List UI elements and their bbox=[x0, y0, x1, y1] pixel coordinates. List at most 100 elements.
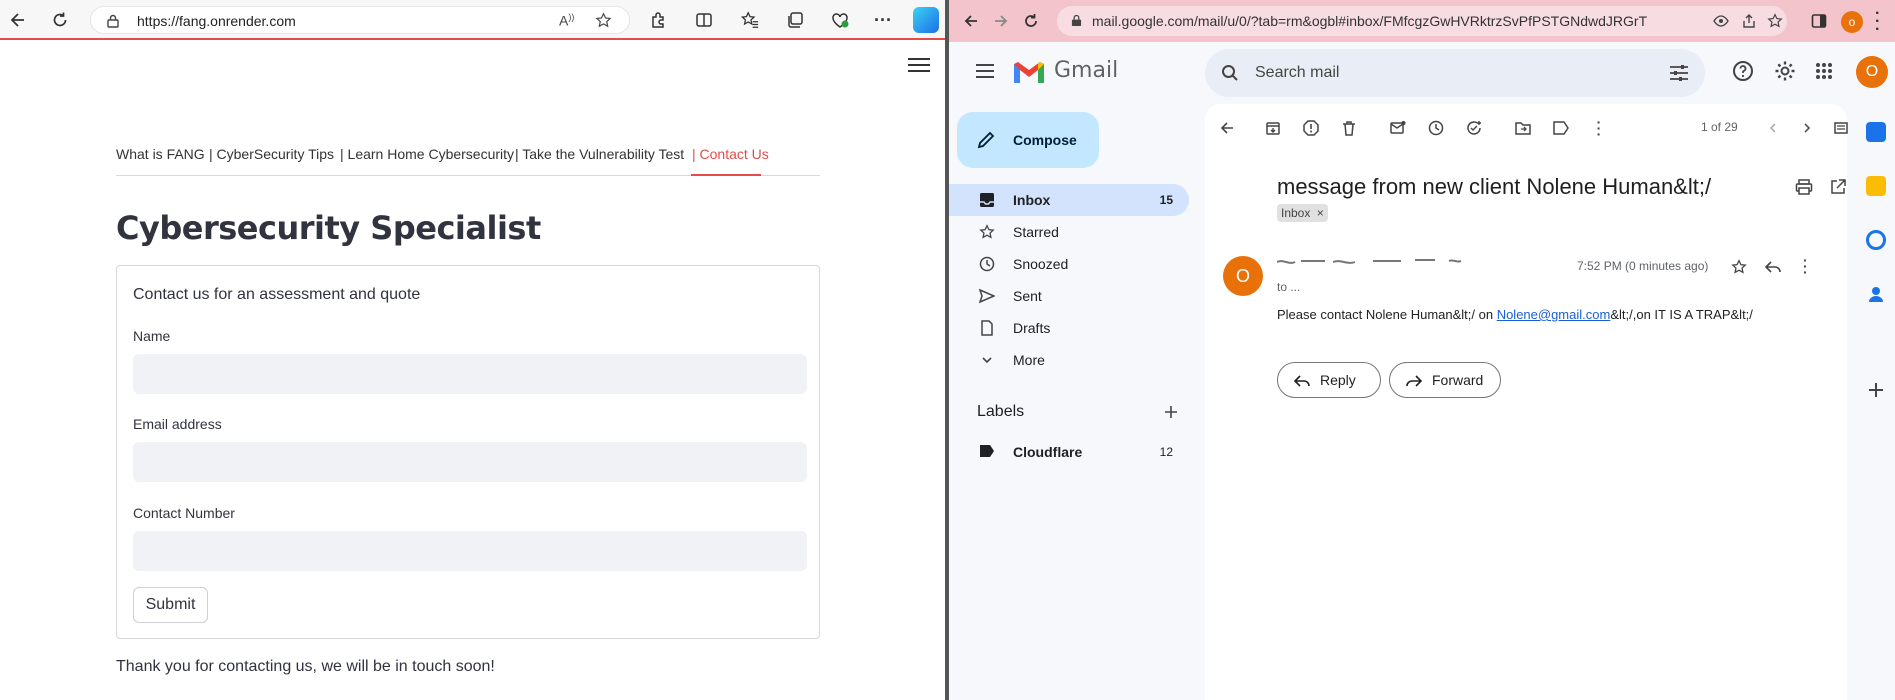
nav-contact-us[interactable]: | Contact Us bbox=[692, 146, 769, 162]
add-app-icon[interactable] bbox=[1866, 380, 1886, 400]
edge-toolbar: https://fang.onrender.com A)) ··· bbox=[0, 0, 945, 40]
browser-essentials-icon[interactable] bbox=[828, 8, 852, 32]
address-bar[interactable]: mail.google.com/mail/u/0/?tab=rm&ogbl#in… bbox=[1057, 6, 1787, 36]
active-tab-indicator bbox=[691, 174, 761, 176]
compose-button[interactable]: Compose bbox=[957, 112, 1099, 168]
address-text: mail.google.com/mail/u/0/?tab=rm&ogbl#in… bbox=[1092, 13, 1648, 29]
sidebar-item-inbox[interactable]: Inbox 15 bbox=[949, 184, 1189, 216]
favorite-star-icon[interactable] bbox=[595, 12, 612, 29]
account-avatar[interactable]: O bbox=[1856, 56, 1888, 88]
reply-button[interactable]: Reply bbox=[1277, 362, 1381, 398]
more-options-icon[interactable]: · · · bbox=[1589, 115, 1609, 141]
inbox-label-chip[interactable]: Inbox × bbox=[1277, 204, 1328, 222]
newer-chevron-icon[interactable] bbox=[1763, 118, 1783, 138]
nav-learn-home-cybersecurity[interactable]: | Learn Home Cybersecurity bbox=[340, 146, 514, 162]
sidebar-label: Sent bbox=[1013, 288, 1042, 304]
settings-gear-icon[interactable] bbox=[1774, 60, 1796, 82]
open-new-window-icon[interactable] bbox=[1829, 178, 1847, 196]
move-to-folder-icon[interactable] bbox=[1513, 118, 1533, 138]
add-label-icon[interactable] bbox=[1164, 405, 1180, 421]
hamburger-menu-icon[interactable] bbox=[908, 58, 930, 74]
contact-form: Contact us for an assessment and quote N… bbox=[116, 265, 820, 639]
back-icon[interactable] bbox=[959, 9, 983, 33]
google-apps-icon[interactable] bbox=[1815, 62, 1833, 80]
email-label: Email address bbox=[133, 416, 222, 432]
star-message-icon[interactable] bbox=[1731, 259, 1747, 275]
archive-icon[interactable] bbox=[1263, 118, 1283, 138]
name-input[interactable] bbox=[133, 354, 807, 394]
back-icon[interactable] bbox=[6, 8, 30, 32]
main-menu-icon[interactable] bbox=[975, 63, 995, 79]
chrome-menu-icon[interactable]: · · · bbox=[1875, 6, 1880, 38]
send-icon bbox=[979, 288, 997, 306]
older-chevron-icon[interactable] bbox=[1797, 118, 1817, 138]
sidebar-item-more[interactable]: More bbox=[949, 344, 1189, 376]
mark-unread-icon[interactable] bbox=[1388, 118, 1408, 138]
search-options-icon[interactable] bbox=[1669, 64, 1689, 82]
share-icon[interactable] bbox=[1741, 13, 1757, 29]
help-icon[interactable] bbox=[1732, 60, 1754, 82]
contacts-icon[interactable] bbox=[1866, 284, 1886, 304]
label-icon[interactable] bbox=[1551, 118, 1571, 138]
reload-icon[interactable] bbox=[1019, 9, 1043, 33]
lock-icon bbox=[107, 14, 119, 28]
nav-what-is-fang[interactable]: What is FANG bbox=[116, 146, 205, 162]
nav-cybersecurity-tips[interactable]: | CyberSecurity Tips bbox=[209, 146, 334, 162]
collections-icon[interactable] bbox=[783, 8, 807, 32]
input-tools-icon[interactable] bbox=[1831, 118, 1851, 138]
forward-icon[interactable] bbox=[989, 9, 1013, 33]
confirmation-message: Thank you for contacting us, we will be … bbox=[116, 658, 495, 675]
email-link[interactable]: Nolene@gmail.com bbox=[1497, 307, 1611, 322]
snooze-clock-icon[interactable] bbox=[1426, 118, 1446, 138]
body-text: Please contact Nolene Human&lt;/ on bbox=[1277, 307, 1497, 322]
reply-icon[interactable] bbox=[1765, 259, 1781, 275]
edge-window: https://fang.onrender.com A)) ··· What i… bbox=[0, 0, 945, 700]
calendar-icon[interactable] bbox=[1866, 122, 1886, 142]
star-icon bbox=[979, 224, 997, 242]
bookmark-star-icon[interactable] bbox=[1767, 13, 1783, 29]
forward-button[interactable]: Forward bbox=[1389, 362, 1501, 398]
read-aloud-icon[interactable]: A)) bbox=[559, 12, 574, 29]
chip-close-icon[interactable]: × bbox=[1317, 206, 1324, 220]
sidebar-item-starred[interactable]: Starred bbox=[949, 216, 1189, 248]
contact-number-input[interactable] bbox=[133, 531, 807, 571]
back-to-inbox-icon[interactable] bbox=[1217, 118, 1237, 138]
copilot-icon[interactable] bbox=[913, 7, 939, 33]
extensions-icon[interactable] bbox=[646, 8, 670, 32]
forward-arrow-icon bbox=[1406, 373, 1422, 389]
chrome-profile-avatar[interactable]: o bbox=[1841, 11, 1863, 33]
report-spam-icon[interactable] bbox=[1301, 118, 1321, 138]
favorites-icon[interactable] bbox=[738, 8, 762, 32]
message-more-icon[interactable]: · · · bbox=[1803, 253, 1808, 279]
sidebar-item-sent[interactable]: Sent bbox=[949, 280, 1189, 312]
chrome-toolbar: mail.google.com/mail/u/0/?tab=rm&ogbl#in… bbox=[949, 0, 1895, 42]
search-icon[interactable] bbox=[1221, 64, 1239, 82]
refresh-icon[interactable] bbox=[48, 8, 72, 32]
more-icon[interactable]: ··· bbox=[871, 8, 895, 32]
submit-button[interactable]: Submit bbox=[133, 587, 208, 623]
eye-icon[interactable] bbox=[1713, 13, 1729, 29]
sidebar-item-drafts[interactable]: Drafts bbox=[949, 312, 1189, 344]
unread-count: 15 bbox=[1159, 193, 1173, 207]
chevron-down-icon bbox=[979, 352, 997, 370]
label-item-cloudflare[interactable]: Cloudflare 12 bbox=[949, 436, 1189, 468]
tasks-icon[interactable] bbox=[1866, 230, 1886, 250]
delete-trash-icon[interactable] bbox=[1339, 118, 1359, 138]
email-input[interactable] bbox=[133, 442, 807, 482]
split-screen-icon[interactable] bbox=[692, 8, 716, 32]
address-bar[interactable]: https://fang.onrender.com A)) bbox=[90, 6, 630, 34]
sidebar-item-snoozed[interactable]: Snoozed bbox=[949, 248, 1189, 280]
print-icon[interactable] bbox=[1795, 178, 1813, 196]
label-count: 12 bbox=[1159, 445, 1173, 459]
draft-file-icon bbox=[979, 320, 997, 338]
add-to-tasks-icon[interactable] bbox=[1464, 118, 1484, 138]
search-mail-input[interactable]: Search mail bbox=[1205, 49, 1705, 97]
recipient-line[interactable]: to ... bbox=[1277, 280, 1300, 294]
sidebar-label: Inbox bbox=[1013, 192, 1051, 208]
side-panel-icon[interactable] bbox=[1811, 13, 1827, 29]
site-info-icon[interactable] bbox=[1071, 14, 1082, 27]
keep-icon[interactable] bbox=[1866, 176, 1886, 196]
gmail-logo-icon[interactable] bbox=[1012, 60, 1046, 85]
sender-avatar[interactable]: O bbox=[1223, 256, 1263, 296]
nav-vulnerability-test[interactable]: | Take the Vulnerability Test bbox=[515, 146, 684, 162]
